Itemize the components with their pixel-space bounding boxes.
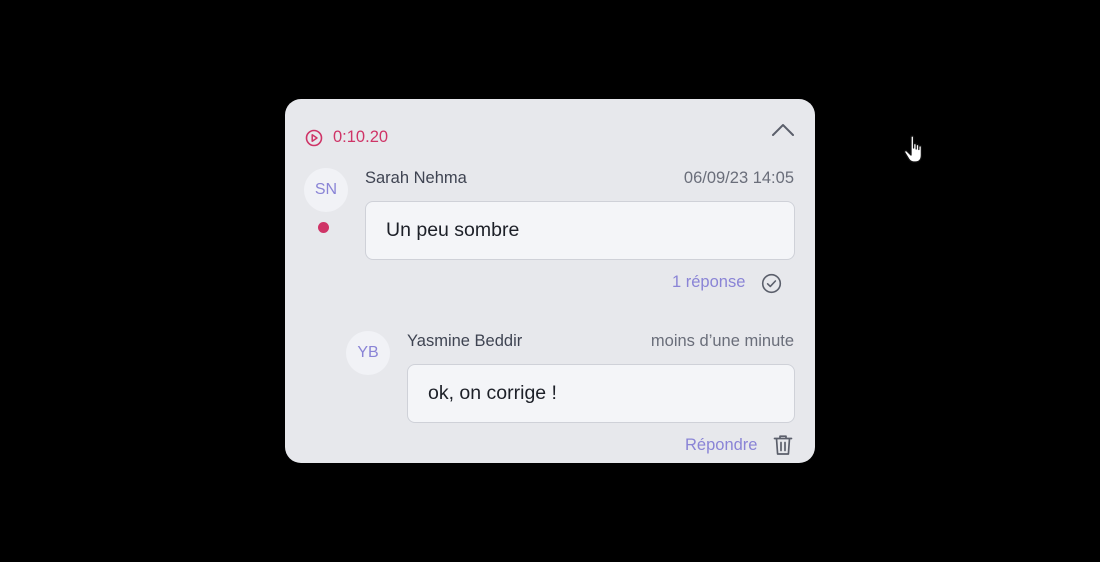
comment-text: Un peu sombre [365, 201, 795, 260]
reply-text-value: ok, on corrige ! [428, 382, 557, 404]
chevron-up-icon[interactable] [771, 119, 795, 141]
reply-timestamp: moins d’une minute [650, 332, 794, 350]
timecode-label: 0:10.20 [333, 128, 389, 146]
hand-pointer-icon [903, 134, 929, 166]
trash-icon[interactable] [773, 434, 793, 456]
comment-timestamp: 06/09/23 14:05 [683, 169, 794, 187]
avatar-initials: SN [314, 181, 338, 198]
avatar-initials: YB [357, 344, 379, 361]
play-circle-icon [305, 129, 323, 147]
check-circle-icon[interactable] [761, 273, 782, 294]
comment-card: 0:10.20 SN Sarah Nehma 06/09/23 14:05 Un… [285, 99, 815, 463]
comment-text-value: Un peu sombre [386, 219, 520, 241]
replies-toggle-link[interactable]: 1 réponse [672, 273, 745, 292]
unread-indicator [318, 222, 329, 233]
comment-author: Sarah Nehma [365, 169, 467, 187]
avatar: YB [346, 331, 390, 375]
reply-text: ok, on corrige ! [407, 364, 795, 423]
timecode[interactable]: 0:10.20 [305, 128, 388, 147]
avatar: SN [304, 168, 348, 212]
reply-button[interactable]: Répondre [685, 436, 757, 455]
reply-author: Yasmine Beddir [407, 332, 523, 350]
